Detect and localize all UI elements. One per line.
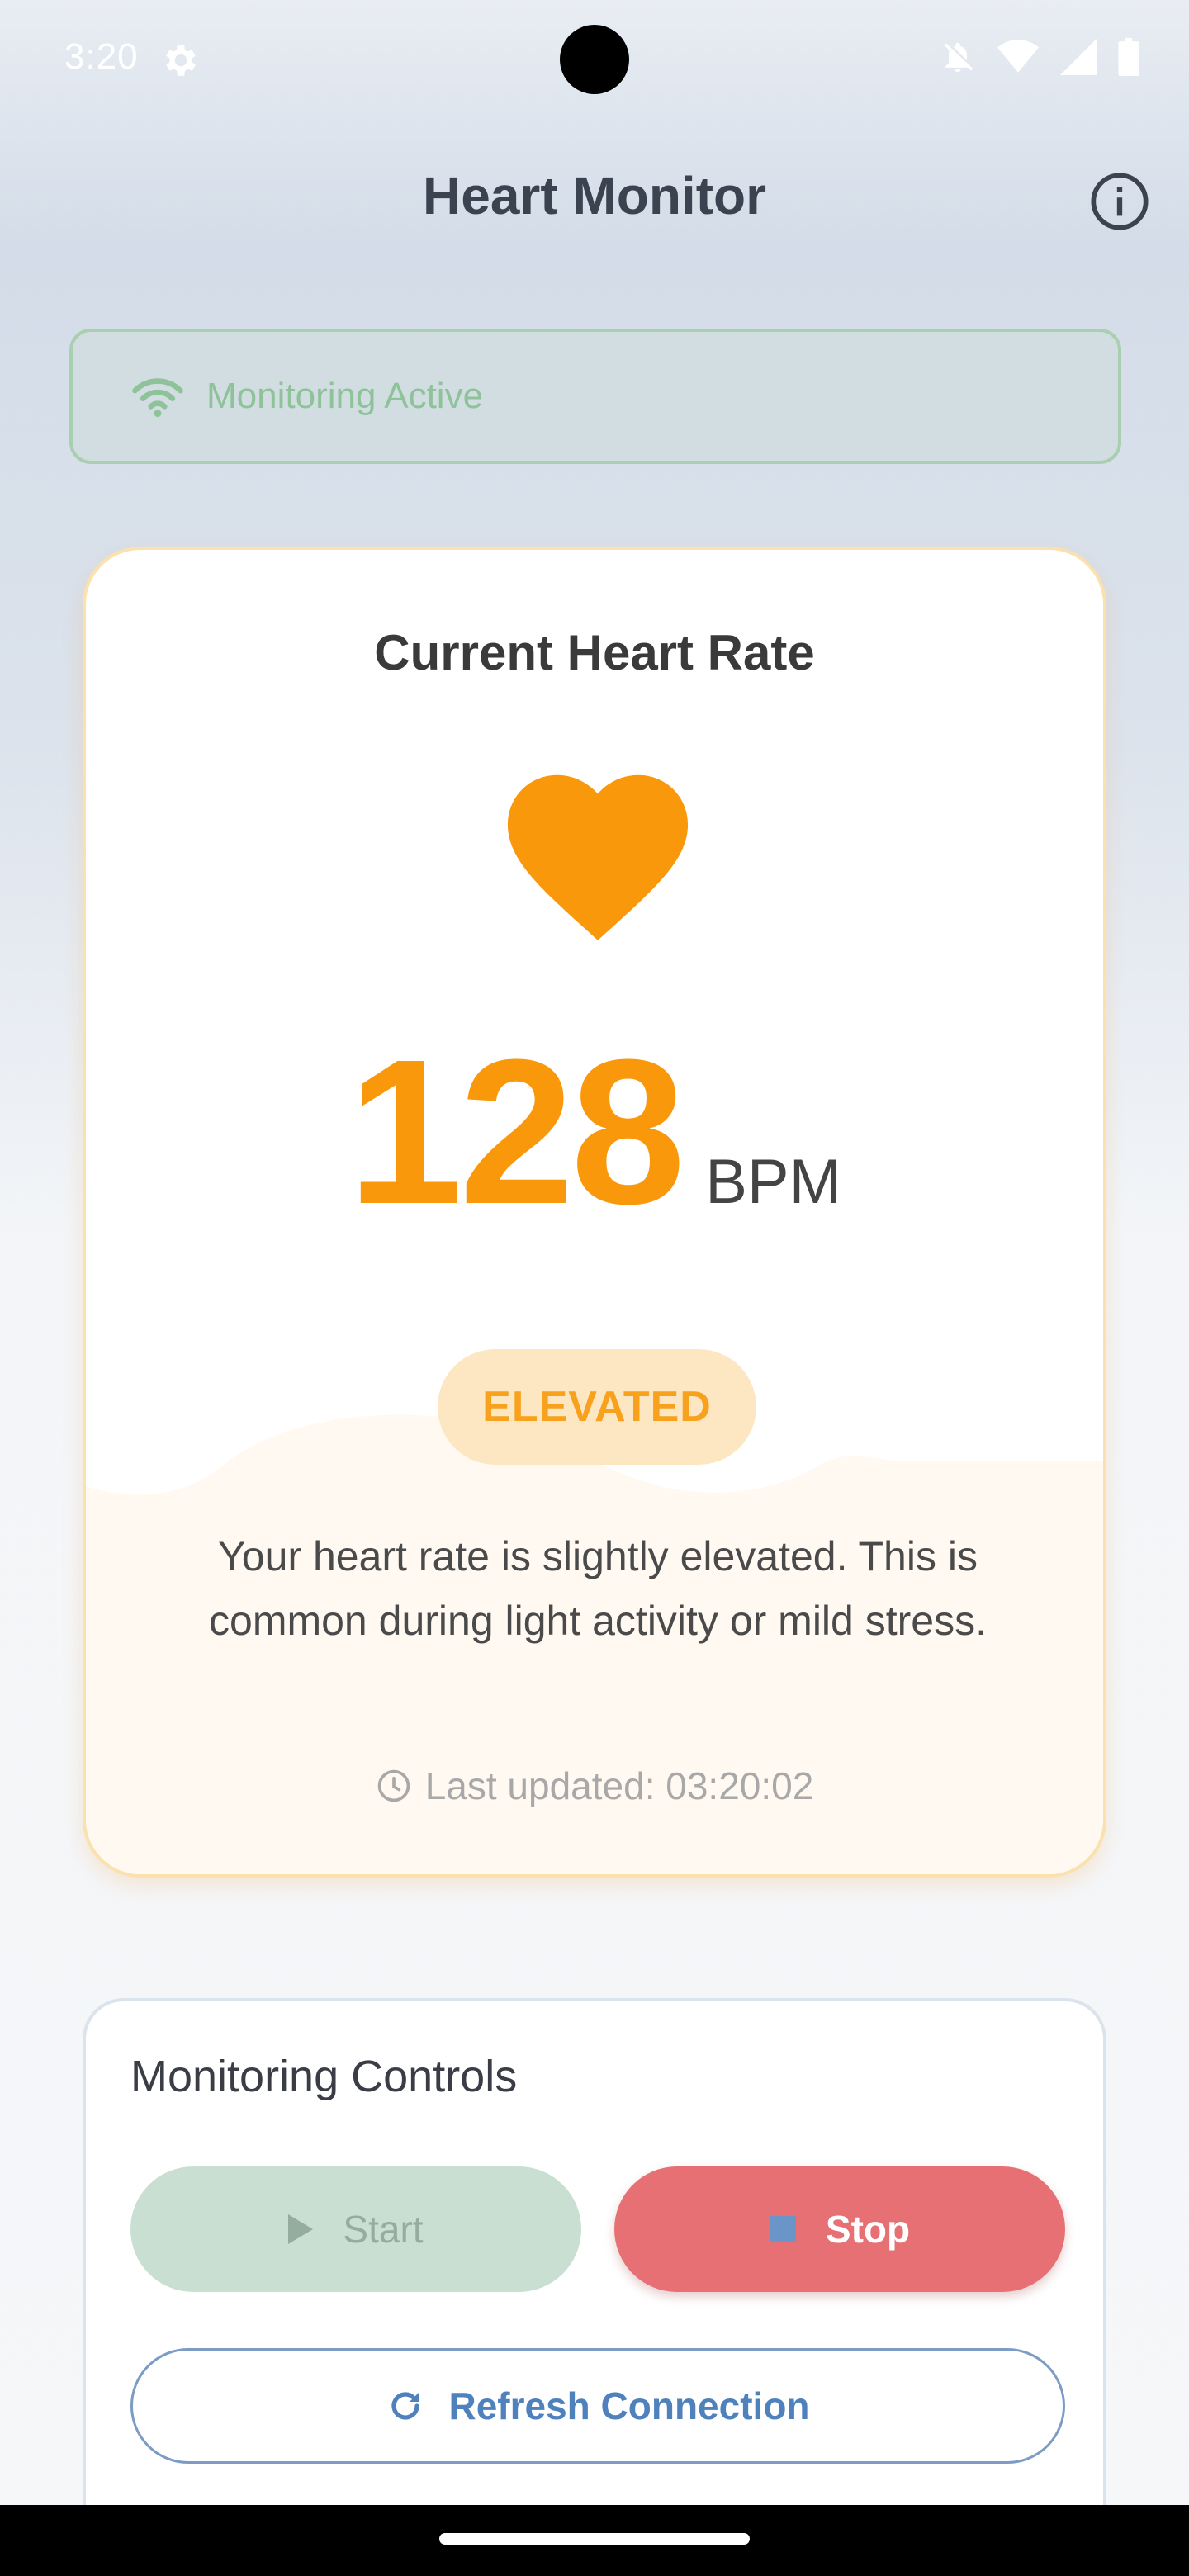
bpm-readout: 128 BPM [86,1029,1103,1235]
connection-status-text: Monitoring Active [206,376,484,416]
start-button[interactable]: Start [130,2166,581,2292]
refresh-icon [391,2392,420,2420]
camera-cutout [560,25,629,94]
settings-icon [166,45,196,76]
signal-icon [1060,39,1097,75]
controls-title: Monitoring Controls [130,2052,518,2101]
bpm-unit: BPM [705,1147,841,1217]
info-icon[interactable] [1088,170,1151,233]
connection-status-banner: Monitoring Active [69,329,1121,464]
notifications-off-icon [944,42,973,73]
bpm-value: 128 [348,1016,685,1247]
stop-icon [769,2216,796,2242]
page-title: Heart Monitor [423,166,766,225]
wifi-icon [997,40,1039,73]
status-badge: ELEVATED [438,1349,756,1465]
start-button-label: Start [343,2208,424,2251]
clock-icon [377,1769,410,1802]
wifi-icon [132,378,183,417]
heart-icon [507,774,689,940]
monitoring-controls-card: Monitoring Controls Start Stop Refresh C… [83,1998,1106,2576]
status-bar: 3:20 [0,0,1189,124]
refresh-connection-button[interactable]: Refresh Connection [130,2348,1065,2464]
status-icons [940,38,1139,76]
heart-rate-card: Current Heart Rate 128 BPM ELEVATED Your… [83,547,1106,1878]
status-description: Your heart rate is slightly elevated. Th… [209,1533,987,1644]
stop-button-label: Stop [825,2208,911,2251]
home-indicator[interactable] [439,2533,750,2545]
stop-button[interactable]: Stop [614,2166,1065,2292]
status-time: 3:20 [64,36,139,77]
battery-icon [1118,38,1139,76]
card-title: Current Heart Rate [374,625,815,680]
refresh-button-label: Refresh Connection [448,2384,810,2427]
last-updated-text: Last updated: 03:20:02 [424,1764,814,1807]
last-updated: Last updated: 03:20:02 [86,1764,1103,1808]
play-icon [288,2214,314,2244]
